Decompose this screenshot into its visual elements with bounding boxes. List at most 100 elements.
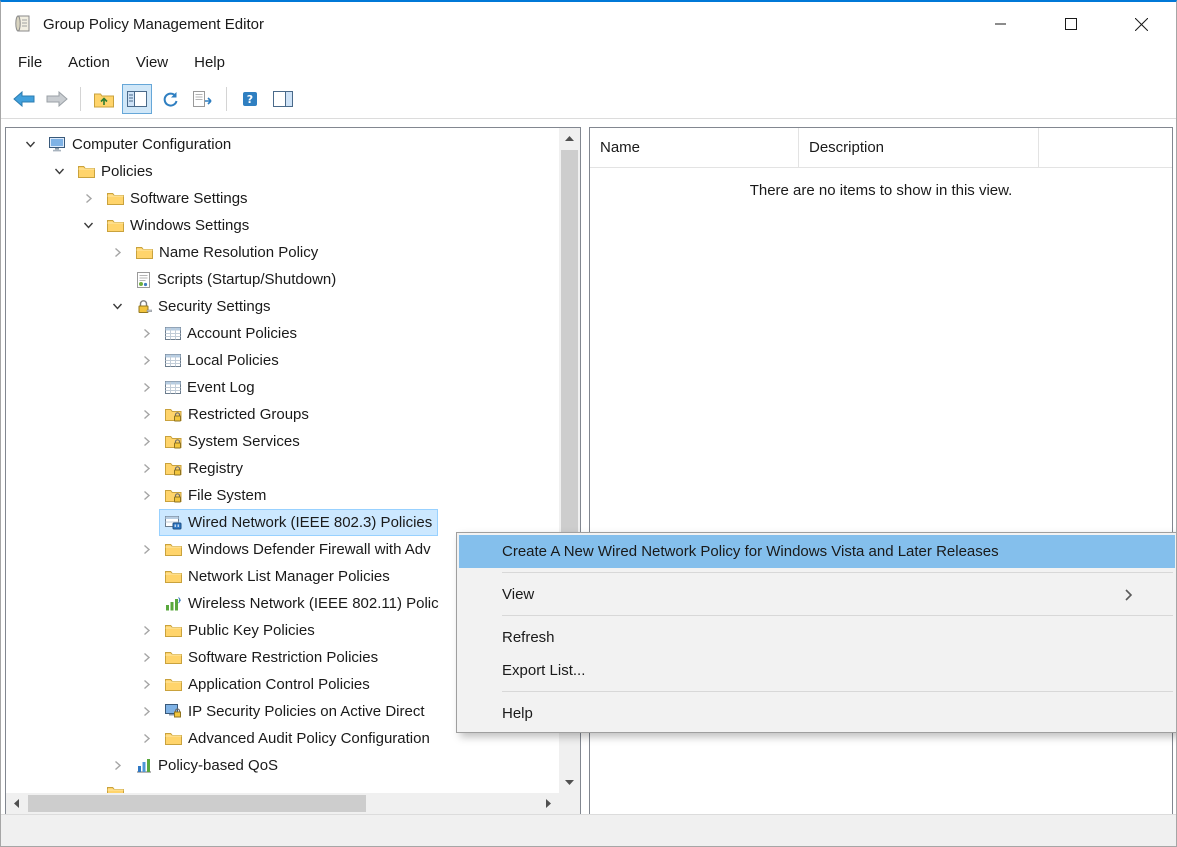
- chevron-collapsed-icon[interactable]: [132, 544, 160, 555]
- chevron-collapsed-icon[interactable]: [132, 409, 160, 420]
- tree-item-body[interactable]: Computer Configuration: [44, 132, 236, 157]
- script-icon: [136, 272, 151, 288]
- tree-item-body[interactable]: Event Log: [160, 375, 260, 400]
- chevron-collapsed-icon[interactable]: [132, 733, 160, 744]
- chevron-collapsed-icon[interactable]: [132, 328, 160, 339]
- chevron-collapsed-icon[interactable]: [132, 436, 160, 447]
- tree-item[interactable]: System Services: [6, 428, 559, 455]
- context-menu-item[interactable]: View: [459, 578, 1175, 611]
- tree-item-body[interactable]: Windows Defender Firewall with Adv: [160, 537, 436, 562]
- chevron-expanded-icon[interactable]: [103, 301, 131, 312]
- tree-item[interactable]: Security Settings: [6, 293, 559, 320]
- tree-item[interactable]: Restricted Groups: [6, 401, 559, 428]
- tree-item[interactable]: Windows Settings: [6, 212, 559, 239]
- up-one-level-button[interactable]: [89, 84, 119, 114]
- back-button[interactable]: [9, 84, 39, 114]
- tree-item[interactable]: Name Resolution Policy: [6, 239, 559, 266]
- tree-item[interactable]: File System: [6, 482, 559, 509]
- tree-item-body[interactable]: Scripts (Startup/Shutdown): [131, 267, 341, 292]
- console-tree-toggle-button[interactable]: [122, 84, 152, 114]
- column-header-name[interactable]: Name: [590, 128, 799, 167]
- context-menu-item[interactable]: Create A New Wired Network Policy for Wi…: [459, 535, 1175, 568]
- forward-button[interactable]: [42, 84, 72, 114]
- tree-item-body[interactable]: Wired Network (IEEE 802.3) Policies: [160, 510, 437, 535]
- chevron-collapsed-icon[interactable]: [132, 382, 160, 393]
- chevron-collapsed-icon[interactable]: [103, 760, 131, 771]
- tree-item[interactable]: Registry: [6, 455, 559, 482]
- tree-item[interactable]: Local Policies: [6, 347, 559, 374]
- scroll-up-button[interactable]: [559, 128, 580, 149]
- tree-item[interactable]: Policies: [6, 158, 559, 185]
- tree-item-body[interactable]: Public Key Policies: [160, 618, 320, 643]
- menu-action[interactable]: Action: [55, 46, 123, 80]
- tree-item-body[interactable]: Advanced Audit Policy Configuration: [160, 726, 435, 751]
- computer-icon: [49, 137, 66, 152]
- tree-item-body[interactable]: Local Policies: [160, 348, 284, 373]
- tree-item-body[interactable]: Restricted Groups: [160, 402, 314, 427]
- chevron-collapsed-icon[interactable]: [132, 679, 160, 690]
- action-pane-toggle-button[interactable]: [268, 84, 298, 114]
- tree-item-body[interactable]: Policy-based QoS: [131, 753, 283, 778]
- chevron-collapsed-icon[interactable]: [132, 652, 160, 663]
- tree-item-body[interactable]: Network List Manager Policies: [160, 564, 395, 589]
- minimize-button[interactable]: [966, 2, 1036, 46]
- tree-item[interactable]: Scripts (Startup/Shutdown): [6, 266, 559, 293]
- column-header-description[interactable]: Description: [799, 128, 1039, 167]
- help-icon: ?: [242, 91, 258, 107]
- tree-item-body[interactable]: Policies: [73, 159, 158, 184]
- tree-item-body[interactable]: Registry: [160, 456, 248, 481]
- tree-item-body[interactable]: File System: [160, 483, 271, 508]
- chevron-collapsed-icon[interactable]: [74, 193, 102, 204]
- tree-item-body[interactable]: Application Control Policies: [160, 672, 375, 697]
- tree-item-label: Name Resolution Policy: [159, 244, 318, 261]
- tree-item[interactable]: Event Log: [6, 374, 559, 401]
- tree-item-label: File System: [188, 487, 266, 504]
- triangle-up-icon: [565, 136, 574, 141]
- menu-help[interactable]: Help: [181, 46, 238, 80]
- tree-horizontal-scrollbar[interactable]: [6, 793, 559, 814]
- chevron-collapsed-icon[interactable]: [132, 625, 160, 636]
- tree-item-body[interactable]: Windows Settings: [102, 213, 254, 238]
- horizontal-scroll-thumb[interactable]: [28, 795, 366, 812]
- context-menu-item[interactable]: Export List...: [459, 654, 1175, 687]
- tree-item-body[interactable]: Account Policies: [160, 321, 302, 346]
- close-button[interactable]: [1106, 2, 1176, 46]
- tree-item-label: Wired Network (IEEE 802.3) Policies: [188, 514, 432, 531]
- chevron-collapsed-icon[interactable]: [103, 247, 131, 258]
- tree-item[interactable]: Software Settings: [6, 185, 559, 212]
- tree-item[interactable]: [6, 779, 559, 793]
- refresh-button[interactable]: [155, 84, 185, 114]
- chevron-expanded-icon[interactable]: [16, 139, 44, 150]
- tree-item-body[interactable]: Wireless Network (IEEE 802.11) Polic: [160, 591, 444, 616]
- context-menu-item[interactable]: Refresh: [459, 621, 1175, 654]
- tree-item-body[interactable]: Software Restriction Policies: [160, 645, 383, 670]
- tree-item-body[interactable]: System Services: [160, 429, 305, 454]
- triangle-left-icon: [14, 799, 19, 808]
- context-menu-item[interactable]: Help: [459, 697, 1175, 730]
- chevron-expanded-icon[interactable]: [45, 166, 73, 177]
- tree-item-label: Public Key Policies: [188, 622, 315, 639]
- tree-item-body[interactable]: [102, 780, 135, 793]
- scroll-right-button[interactable]: [538, 793, 559, 814]
- maximize-button[interactable]: [1036, 2, 1106, 46]
- help-button[interactable]: ?: [235, 84, 265, 114]
- menu-file[interactable]: File: [5, 46, 55, 80]
- chevron-collapsed-icon[interactable]: [132, 463, 160, 474]
- menu-view[interactable]: View: [123, 46, 181, 80]
- chevron-expanded-icon[interactable]: [74, 220, 102, 231]
- export-list-button[interactable]: [188, 84, 218, 114]
- scroll-down-button[interactable]: [559, 772, 580, 793]
- tree-item-body[interactable]: Software Settings: [102, 186, 253, 211]
- svg-text:?: ?: [247, 93, 253, 106]
- tree-item[interactable]: Policy-based QoS: [6, 752, 559, 779]
- scroll-left-button[interactable]: [6, 793, 27, 814]
- chevron-collapsed-icon[interactable]: [132, 355, 160, 366]
- tree-item[interactable]: Account Policies: [6, 320, 559, 347]
- tree-item-body[interactable]: IP Security Policies on Active Direct: [160, 699, 429, 724]
- chevron-collapsed-icon[interactable]: [132, 490, 160, 501]
- tree-item[interactable]: Computer Configuration: [6, 131, 559, 158]
- tree-item-label: Application Control Policies: [188, 676, 370, 693]
- chevron-collapsed-icon[interactable]: [132, 706, 160, 717]
- tree-item-body[interactable]: Name Resolution Policy: [131, 240, 323, 265]
- tree-item-body[interactable]: Security Settings: [131, 294, 276, 319]
